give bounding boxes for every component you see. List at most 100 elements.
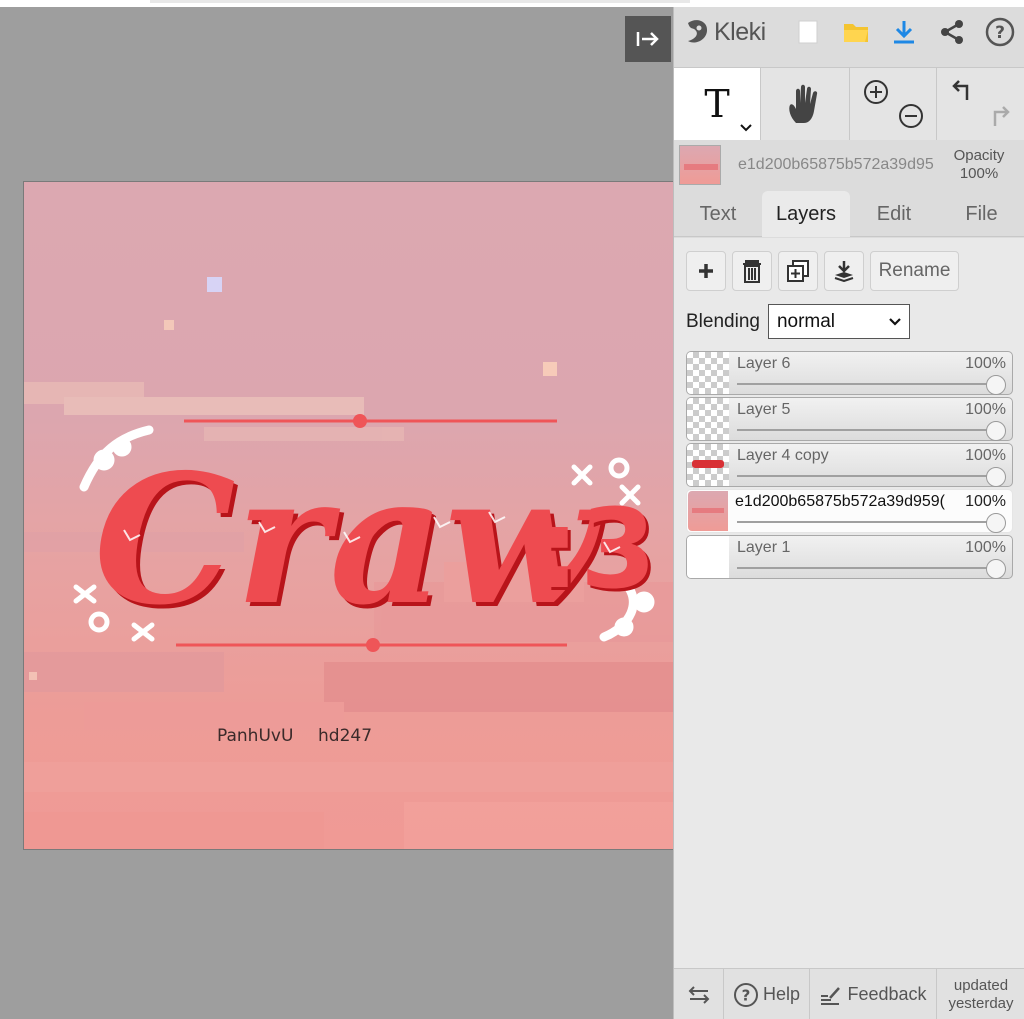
layer-thumbnail (688, 491, 728, 531)
active-layer-opacity[interactable]: Opacity 100% (946, 147, 1012, 183)
star (164, 320, 174, 330)
download-button[interactable] (880, 7, 928, 57)
tab-edit[interactable]: Edit (850, 191, 938, 237)
undo-icon[interactable] (949, 78, 977, 104)
rename-layer-button[interactable]: Rename (870, 251, 959, 291)
share-button[interactable] (928, 7, 976, 57)
delete-layer-button[interactable] (732, 251, 772, 291)
help-label: Help (762, 984, 801, 1004)
layer-opacity-track[interactable] (737, 383, 993, 385)
layer-item[interactable]: Layer 4 copy 100% (686, 443, 1013, 487)
undo-redo-controls (937, 68, 1024, 140)
app-name: Kleki (714, 17, 766, 46)
feedback-label: Feedback (847, 984, 927, 1004)
layer-item[interactable]: Layer 5 100% (686, 397, 1013, 441)
swap-side-icon (688, 985, 709, 1004)
layer-thumbnail (687, 444, 729, 486)
canvas-artwork: Craw Craw :3 :3 PanhUvU hd247 (24, 277, 673, 849)
merge-down-button[interactable] (824, 251, 864, 291)
new-file-button[interactable] (784, 7, 832, 57)
svg-text::3: :3 (536, 485, 657, 613)
blending-select[interactable]: normal (767, 304, 910, 339)
layer-opacity-handle[interactable] (986, 467, 1006, 487)
layer-opacity-track[interactable] (737, 567, 993, 569)
help-icon: ? (733, 982, 758, 1007)
updated-line-2: yesterday (948, 994, 1014, 1012)
tool-row: T (674, 67, 1024, 140)
star (29, 672, 37, 680)
star (543, 362, 557, 376)
layer-opacity: 100% (965, 447, 1006, 464)
top-edge-tick (150, 0, 690, 3)
svg-text:?: ? (742, 986, 751, 1004)
redo-icon[interactable] (985, 104, 1013, 130)
layer-opacity-handle[interactable] (986, 421, 1006, 441)
layer-opacity-track[interactable] (737, 475, 993, 477)
zoom-in-icon[interactable] (862, 78, 890, 106)
layer-thumbnail (687, 398, 729, 440)
layer-opacity: 100% (965, 401, 1006, 418)
layer-opacity-handle[interactable] (986, 375, 1006, 395)
tab-file[interactable]: File (938, 191, 1024, 237)
updated-info[interactable]: updated yesterday (937, 969, 1024, 1019)
layer-item[interactable]: Layer 6 100% (686, 351, 1013, 395)
zoom-out-icon[interactable] (897, 102, 925, 130)
zoom-controls (850, 68, 937, 140)
active-layer-thumbnail (679, 145, 721, 185)
help-circle-icon: ? (985, 17, 1015, 47)
collapse-panel-icon (636, 32, 659, 46)
side-panel: Kleki ? T e1d200b65875b572a39d95 Opacity… (673, 7, 1024, 1019)
layer-opacity-handle[interactable] (986, 559, 1006, 579)
panel-tabs: Text Layers Edit File (674, 191, 1024, 237)
bottom-bar: ? Help Feedback updated yesterday (674, 968, 1024, 1019)
star (207, 277, 222, 292)
blending-label: Blending (686, 310, 760, 332)
active-layer-info: e1d200b65875b572a39d95 Opacity 100% (674, 140, 1024, 190)
credit-left: PanhUvU (217, 726, 293, 746)
svg-text:?: ? (995, 23, 1005, 43)
duplicate-layer-button[interactable] (778, 251, 818, 291)
layer-actions: Rename (686, 251, 959, 291)
kleki-logo[interactable]: Kleki (674, 7, 784, 57)
feedback-icon (821, 986, 841, 1005)
open-file-button[interactable] (832, 7, 880, 57)
layer-opacity-track[interactable] (737, 521, 993, 523)
tab-text[interactable]: Text (674, 191, 762, 237)
layer-thumbnail (687, 536, 729, 578)
download-icon (894, 21, 914, 44)
layer-opacity: 100% (965, 493, 1006, 510)
opacity-label: Opacity (953, 147, 1005, 164)
layer-opacity-handle[interactable] (986, 513, 1006, 533)
collapse-panel-button[interactable] (625, 16, 671, 62)
merge-down-icon (834, 261, 854, 282)
blending-value: normal (776, 310, 836, 332)
layer-item-selected[interactable]: e1d200b65875b572a39d959( 100% (686, 489, 1013, 533)
help-button[interactable]: ? (976, 7, 1024, 57)
kleki-logo-icon (688, 20, 708, 43)
top-edge (0, 0, 1024, 7)
updated-line-1: updated (953, 976, 1009, 994)
layer-name: Layer 5 (737, 401, 791, 418)
drawing-canvas[interactable]: Craw Craw :3 :3 PanhUvU hd247 (23, 181, 673, 850)
help-link[interactable]: ? Help (724, 969, 810, 1019)
hand-tool-button[interactable] (761, 68, 850, 140)
chevron-down-icon (740, 124, 752, 132)
chevron-down-icon (889, 317, 901, 326)
add-layer-icon (699, 264, 713, 278)
tab-layers[interactable]: Layers (762, 191, 850, 237)
layer-opacity: 100% (965, 355, 1006, 372)
duplicate-layer-icon (787, 260, 809, 282)
layer-opacity-track[interactable] (737, 429, 993, 431)
hand-tool-icon (789, 84, 818, 123)
layer-opacity: 100% (965, 539, 1006, 556)
add-layer-button[interactable] (686, 251, 726, 291)
text-tool-button[interactable]: T (674, 68, 761, 140)
text-tool-icon: T (704, 82, 730, 126)
layer-name: Layer 6 (737, 355, 791, 372)
active-layer-name: e1d200b65875b572a39d95 (738, 156, 934, 173)
feedback-link[interactable]: Feedback (810, 969, 937, 1019)
swap-side-button[interactable] (674, 969, 724, 1019)
blending-row: Blending normal (686, 304, 910, 339)
layer-item[interactable]: Layer 1 100% (686, 535, 1013, 579)
delete-layer-icon (743, 260, 761, 283)
